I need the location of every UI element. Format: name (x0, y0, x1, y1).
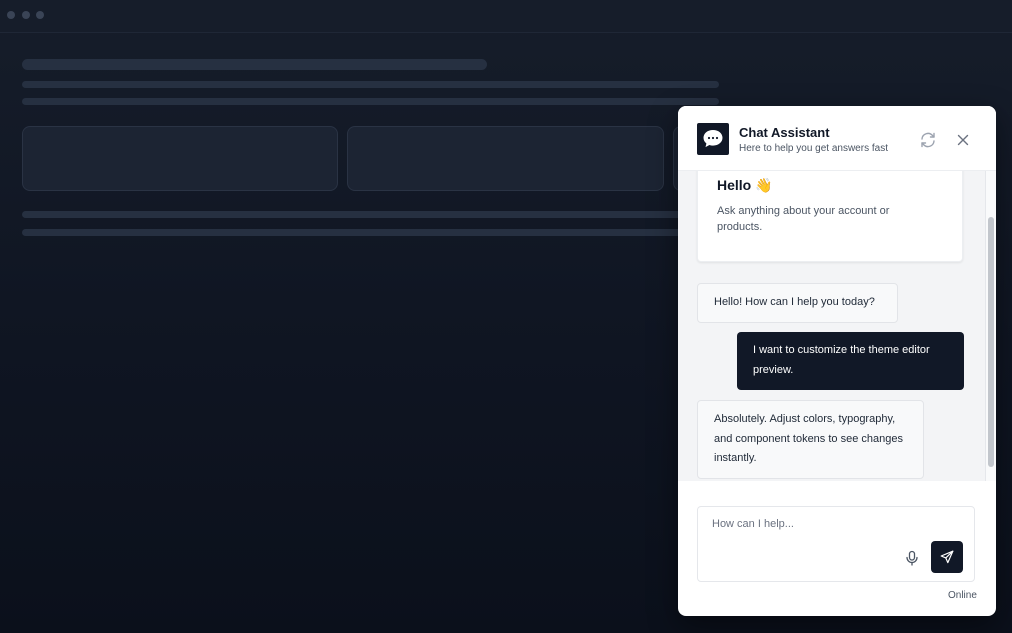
chat-subtitle: Here to help you get answers fast (739, 143, 888, 154)
skeleton-heading (22, 59, 487, 70)
message-list[interactable]: Hello 👋 Ask anything about your account … (678, 171, 996, 481)
window-dot-close[interactable] (7, 11, 15, 19)
welcome-card: Hello 👋 Ask anything about your account … (697, 171, 963, 262)
welcome-text: Ask anything about your account or produ… (717, 205, 890, 233)
refresh-icon (921, 132, 935, 148)
skeleton-card (22, 126, 338, 191)
send-icon (940, 550, 954, 564)
skeleton-line (22, 229, 702, 236)
messages-scrollbar[interactable] (985, 171, 996, 481)
skeleton-line (22, 81, 719, 88)
window-dot-minimize[interactable] (22, 11, 30, 19)
message-composer[interactable]: How can I help... (697, 506, 975, 582)
skeleton-card (347, 126, 664, 191)
close-icon (957, 134, 969, 146)
user-message: I want to customize the theme editor pre… (737, 332, 964, 390)
microphone-icon (906, 550, 918, 566)
refresh-button[interactable] (918, 130, 938, 150)
status-indicator: Online (948, 590, 977, 601)
skeleton-line (22, 98, 719, 105)
chat-title: Chat Assistant (739, 125, 830, 140)
skeleton-line (22, 211, 702, 218)
chat-bubble-icon (697, 123, 729, 155)
bot-message: Hello! How can I help you today? (697, 283, 898, 323)
window-titlebar (0, 0, 1012, 33)
scrollbar-thumb[interactable] (988, 217, 994, 467)
chat-header: Chat Assistant Here to help you get answ… (678, 106, 996, 171)
close-button[interactable] (953, 130, 973, 150)
message-input[interactable]: How can I help... (712, 518, 794, 530)
welcome-title: Hello 👋 (717, 177, 773, 193)
send-button[interactable] (931, 541, 963, 573)
microphone-button[interactable] (903, 549, 921, 567)
chat-widget: Chat Assistant Here to help you get answ… (678, 106, 996, 616)
bot-message: Absolutely. Adjust colors, typography, a… (697, 400, 924, 479)
window-dot-maximize[interactable] (36, 11, 44, 19)
